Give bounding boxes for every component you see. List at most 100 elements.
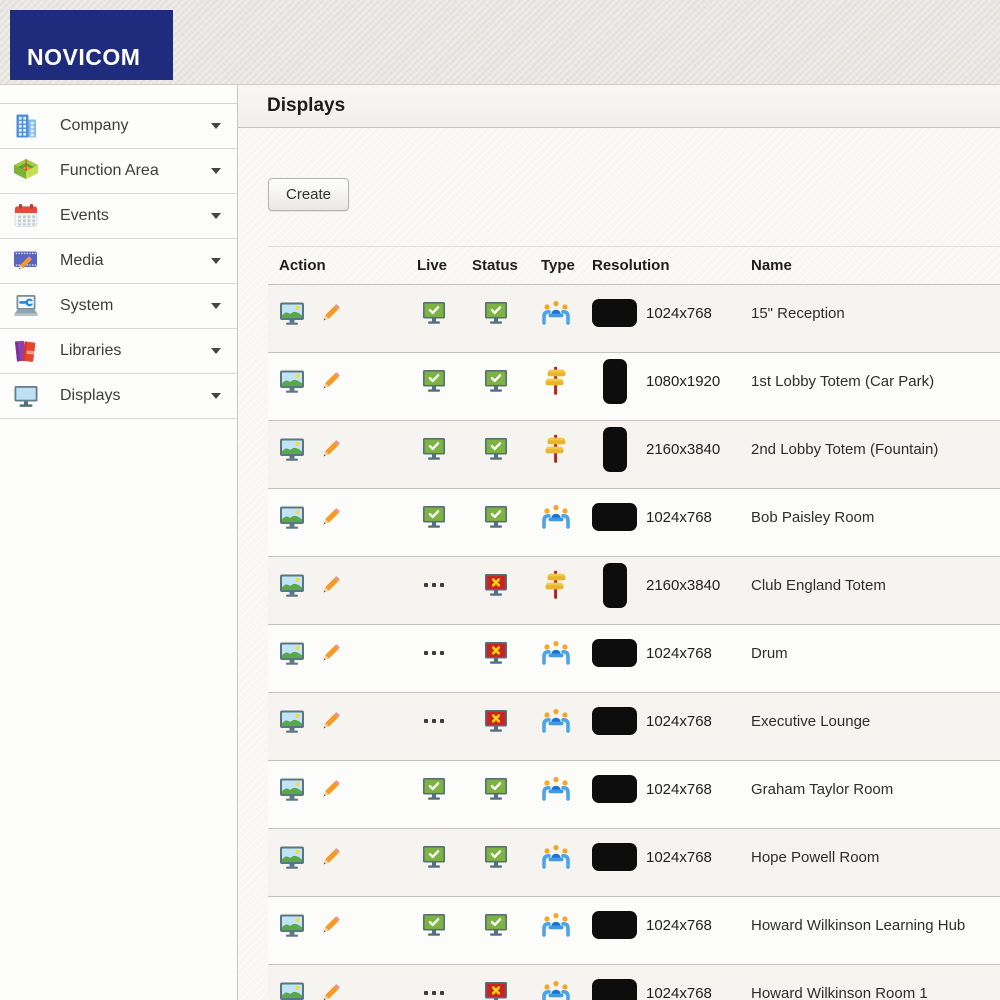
resolution-value: 1024x768 (646, 712, 712, 730)
sidebar-item-system[interactable]: System (0, 284, 237, 329)
pencil-icon (318, 300, 344, 326)
preview-button[interactable] (279, 708, 305, 734)
create-button[interactable]: Create (268, 178, 350, 211)
monitor-picture-icon (279, 300, 305, 326)
orientation-shape (592, 707, 637, 735)
orientation-shape (592, 503, 637, 531)
display-name: Howard Wilkinson Room 1 (751, 984, 928, 1000)
resolution-value: 1024x768 (646, 644, 712, 662)
table-row: 1024x768 15" Reception (268, 285, 1000, 353)
meeting-room-icon (541, 504, 571, 530)
meeting-room-icon (541, 776, 571, 802)
sidebar: Company Function Area Events Media Syste… (0, 85, 238, 1000)
sidebar-item-libraries[interactable]: Libraries (0, 329, 237, 374)
chevron-down-icon (211, 213, 221, 219)
preview-button[interactable] (279, 436, 305, 462)
live-pending-icon (423, 583, 444, 587)
edit-button[interactable] (318, 572, 344, 598)
sidebar-item-media[interactable]: Media (0, 239, 237, 284)
main-content: Displays Create Action Live Status Type … (238, 85, 1000, 1000)
edit-button[interactable] (318, 504, 344, 530)
live-ok-icon (422, 369, 446, 393)
edit-button[interactable] (318, 912, 344, 938)
sidebar-item-function-area[interactable]: Function Area (0, 149, 237, 194)
preview-button[interactable] (279, 300, 305, 326)
edit-button[interactable] (318, 436, 344, 462)
live-ok-icon (422, 845, 446, 869)
table-row: 1080x1920 1st Lobby Totem (Car Park) (268, 353, 1000, 421)
monitor-picture-icon (279, 708, 305, 734)
edit-button[interactable] (318, 708, 344, 734)
status-ok-icon (484, 505, 508, 529)
status-error-icon (484, 573, 508, 597)
pencil-icon (318, 708, 344, 734)
table-row: 2160x3840 2nd Lobby Totem (Fountain) (268, 421, 1000, 489)
resolution-value: 1024x768 (646, 304, 712, 322)
table-row: 1024x768 Executive Lounge (268, 693, 1000, 761)
edit-button[interactable] (318, 980, 344, 1000)
live-ok-icon (422, 777, 446, 801)
chevron-down-icon (211, 258, 221, 264)
edit-button[interactable] (318, 640, 344, 666)
display-name: 15" Reception (751, 304, 845, 322)
media-icon (13, 248, 39, 274)
live-pending-icon (423, 991, 444, 995)
preview-button[interactable] (279, 572, 305, 598)
chevron-down-icon (211, 393, 221, 399)
status-ok-icon (484, 301, 508, 325)
table-row: 2160x3840 Club England Totem (268, 557, 1000, 625)
status-error-icon (484, 981, 508, 1000)
pencil-icon (318, 912, 344, 938)
preview-button[interactable] (279, 640, 305, 666)
chevron-down-icon (211, 168, 221, 174)
meeting-room-icon (541, 844, 571, 870)
edit-button[interactable] (318, 776, 344, 802)
displays-icon (13, 383, 39, 409)
preview-button[interactable] (279, 776, 305, 802)
sidebar-item-company[interactable]: Company (0, 104, 237, 149)
table-row: 1024x768 Graham Taylor Room (268, 761, 1000, 829)
header-live: Live (417, 257, 448, 274)
company-icon (13, 113, 39, 139)
meeting-room-icon (541, 980, 571, 1000)
preview-button[interactable] (279, 912, 305, 938)
live-pending-icon (423, 719, 444, 723)
sidebar-item-displays[interactable]: Displays (0, 374, 237, 419)
table-header-row: Action Live Status Type Resolution Name (268, 246, 1000, 285)
orientation-shape (602, 562, 627, 608)
sidebar-item-events[interactable]: Events (0, 194, 237, 239)
table-body: 1024x768 15" Reception 1080x1920 1st Lob… (268, 285, 1000, 1000)
resolution-value: 1080x1920 (646, 372, 721, 390)
live-pending-icon (423, 651, 444, 655)
header-name: Name (751, 257, 792, 274)
monitor-picture-icon (279, 640, 305, 666)
display-name: Hope Powell Room (751, 848, 880, 866)
edit-button[interactable] (318, 300, 344, 326)
edit-button[interactable] (318, 844, 344, 870)
status-ok-icon (484, 913, 508, 937)
status-ok-icon (484, 777, 508, 801)
table-row: 1024x768 Howard Wilkinson Learning Hub (268, 897, 1000, 965)
display-name: Club England Totem (751, 576, 886, 594)
orientation-shape (602, 426, 627, 472)
pencil-icon (318, 368, 344, 394)
resolution-value: 1024x768 (646, 780, 712, 798)
pencil-icon (318, 504, 344, 530)
display-name: Drum (751, 644, 788, 662)
meeting-room-icon (541, 708, 571, 734)
monitor-picture-icon (279, 776, 305, 802)
preview-button[interactable] (279, 844, 305, 870)
orientation-shape (592, 639, 637, 667)
edit-button[interactable] (318, 368, 344, 394)
brand-logo[interactable]: NOVICOM (10, 10, 173, 80)
meeting-room-icon (541, 912, 571, 938)
meeting-room-icon (541, 300, 571, 326)
monitor-picture-icon (279, 504, 305, 530)
orientation-shape (592, 911, 637, 939)
preview-button[interactable] (279, 980, 305, 1000)
totem-signpost-icon (544, 570, 567, 600)
table-row: 1024x768 Drum (268, 625, 1000, 693)
preview-button[interactable] (279, 368, 305, 394)
orientation-shape (592, 979, 637, 1000)
preview-button[interactable] (279, 504, 305, 530)
